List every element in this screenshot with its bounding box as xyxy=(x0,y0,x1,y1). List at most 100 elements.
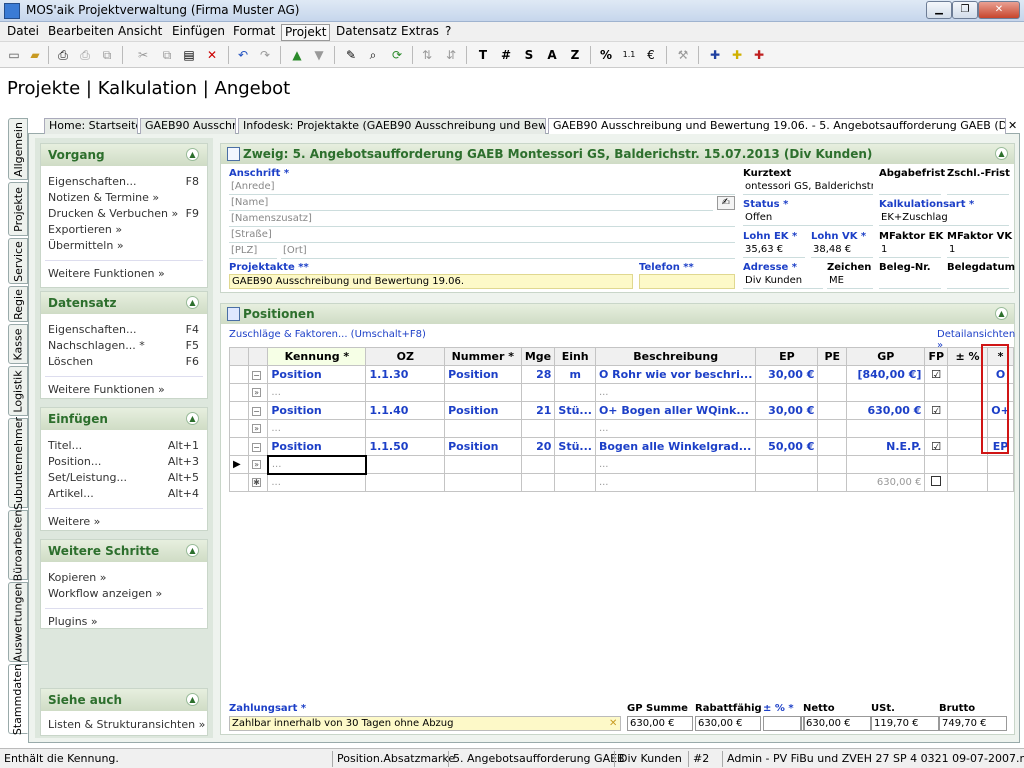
clear-icon[interactable]: ✕ xyxy=(609,718,617,729)
menu-datensatz[interactable]: Datensatz xyxy=(333,24,400,39)
delete-icon[interactable]: ✕ xyxy=(203,46,221,64)
open-icon[interactable]: ▰ xyxy=(26,46,44,64)
active-cell[interactable]: ... xyxy=(266,454,367,475)
edit-icon[interactable]: ✎ xyxy=(342,46,360,64)
table-row[interactable]: − Position 1.1.40 Position 21 Stü... O+ … xyxy=(228,401,1014,420)
vtab-logistik[interactable]: Logistik xyxy=(8,366,28,416)
zschl-frist-field[interactable] xyxy=(947,180,1009,195)
print-icon[interactable]: ⎙ xyxy=(54,46,72,64)
menu-format[interactable]: Format xyxy=(230,24,278,39)
fp-checkbox-empty[interactable] xyxy=(931,476,942,486)
vtab-service[interactable]: Service xyxy=(8,238,28,284)
zahlungsart-field[interactable]: Zahlbar innerhalb von 30 Tagen ohne Abzu… xyxy=(229,716,621,731)
anrede-field[interactable]: [Anrede] xyxy=(229,180,735,195)
adresse-field[interactable]: Div Kunden xyxy=(743,274,823,289)
a-tool-button[interactable]: A xyxy=(543,46,561,64)
lohn-ek-field[interactable]: 35,63 € xyxy=(743,243,805,258)
undo-icon[interactable]: ↶ xyxy=(234,46,252,64)
menu-help[interactable]: ? xyxy=(442,24,454,39)
sort-az-icon[interactable]: ⇅ xyxy=(418,46,436,64)
vtab-regie[interactable]: Regie xyxy=(8,286,28,322)
sidebar-item-notizen[interactable]: Notizen & Termine » xyxy=(41,190,207,206)
sidebar-item-ds-eigenschaften[interactable]: Eigenschaften... F4 xyxy=(41,322,207,338)
puzzle-blue-icon[interactable]: ✚ xyxy=(706,46,724,64)
tab-angebot[interactable]: GAEB90 Ausschreibung und Bewertung 19.06… xyxy=(548,118,1006,134)
collapse-icon[interactable]: ▲ xyxy=(186,412,199,425)
cut-icon[interactable]: ✂ xyxy=(134,46,152,64)
hash-tool-button[interactable]: # xyxy=(497,46,515,64)
sidebar-item-plugins[interactable]: Plugins » xyxy=(41,614,207,630)
table-subrow[interactable]: » ... ... xyxy=(228,383,1014,402)
sidebar-item-kopieren[interactable]: Kopieren » xyxy=(41,570,207,586)
s-tool-button[interactable]: S xyxy=(520,46,538,64)
zuschlaege-link[interactable]: Zuschläge & Faktoren... (Umschalt+F8) xyxy=(229,329,426,340)
col-beschreibung[interactable]: Beschreibung xyxy=(594,347,757,366)
sidebar-item-uebermitteln[interactable]: Übermitteln » xyxy=(41,238,207,254)
minimize-button[interactable]: ▁ xyxy=(926,1,952,19)
col-nummer[interactable]: Nummer * xyxy=(444,347,522,366)
abgabefrist-field[interactable] xyxy=(879,180,941,195)
namenszusatz-field[interactable]: [Namenszusatz] xyxy=(229,212,735,227)
title-tool-button[interactable]: T xyxy=(474,46,492,64)
status-field[interactable]: Offen xyxy=(743,211,873,226)
collapse-row-icon[interactable]: − xyxy=(252,371,262,380)
col-mge[interactable]: Mge xyxy=(520,347,556,366)
collapse-row-icon[interactable]: − xyxy=(252,443,262,452)
sidebar-item-eigenschaften[interactable]: Eigenschaften... F8 xyxy=(41,174,207,190)
col-pe[interactable]: PE xyxy=(817,347,848,366)
sidebar-item-listen[interactable]: Listen & Strukturansichten » xyxy=(41,717,207,733)
menu-projekt[interactable]: Projekt xyxy=(281,24,331,41)
tab-gaeb90[interactable]: GAEB90 Ausschrei xyxy=(140,118,236,134)
close-button[interactable]: ✕ xyxy=(978,1,1020,19)
sidebar-item-weitere-funktionen[interactable]: Weitere Funktionen » xyxy=(41,266,207,282)
sidebar-item-artikel[interactable]: Artikel... Alt+4 xyxy=(41,486,207,502)
sidebar-item-set-leistung[interactable]: Set/Leistung... Alt+5 xyxy=(41,470,207,486)
zeichen-field[interactable]: ME xyxy=(827,274,873,289)
copy-icon[interactable]: ⧉ xyxy=(158,46,176,64)
vtab-stammdaten[interactable]: Stammdaten xyxy=(8,663,28,735)
paste-icon[interactable]: ▤ xyxy=(180,46,198,64)
mfaktor-ek-field[interactable]: 1 xyxy=(879,243,941,258)
sidebar-item-loeschen[interactable]: Löschen F6 xyxy=(41,354,207,370)
table-new-row[interactable]: ✱ ... ... 630,00 € xyxy=(228,473,1014,492)
vtab-bueroarbeiten[interactable]: Büroarbeiten xyxy=(8,509,28,581)
sidebar-item-drucken[interactable]: Drucken & Verbuchen » F9 xyxy=(41,206,207,222)
find-icon[interactable]: ⌕ xyxy=(364,46,382,64)
maximize-button[interactable]: ❐ xyxy=(952,1,978,19)
belegdatum-field[interactable] xyxy=(947,274,1009,289)
percent-tool-button[interactable]: % xyxy=(597,46,615,64)
menu-bearbeiten[interactable]: Bearbeiten xyxy=(45,24,117,39)
col-kennung[interactable]: Kennung * xyxy=(267,347,367,366)
name-field[interactable]: [Name] xyxy=(229,196,713,211)
rabatt-pct-field[interactable] xyxy=(763,716,801,731)
menu-einfuegen[interactable]: Einfügen xyxy=(169,24,228,39)
col-einh[interactable]: Einh xyxy=(554,347,596,366)
collapse-icon[interactable]: ▲ xyxy=(186,693,199,706)
vtab-auswertungen[interactable]: Auswertungen xyxy=(8,582,28,662)
copy-doc-icon[interactable]: ⧉ xyxy=(98,46,116,64)
sidebar-item-position[interactable]: Position... Alt+3 xyxy=(41,454,207,470)
collapse-icon[interactable]: ▲ xyxy=(995,307,1008,320)
sidebar-item-workflow[interactable]: Workflow anzeigen » xyxy=(41,586,207,602)
fp-checkbox[interactable]: ☑ xyxy=(924,401,949,420)
kalkulationsart-field[interactable]: EK+Zuschlag xyxy=(879,211,1009,226)
plz-field[interactable]: [PLZ] xyxy=(229,244,277,259)
col-ep[interactable]: EP xyxy=(755,347,819,366)
col-gp[interactable]: GP xyxy=(846,347,926,366)
projektakte-field[interactable]: GAEB90 Ausschreibung und Bewertung 19.06… xyxy=(229,274,633,289)
ort-field[interactable]: [Ort] xyxy=(281,244,735,259)
puzzle-yellow-icon[interactable]: ✚ xyxy=(728,46,746,64)
collapse-icon[interactable]: ▲ xyxy=(995,147,1008,160)
close-tab-icon[interactable]: ✕ xyxy=(1008,119,1017,132)
signature-icon[interactable]: ✍ xyxy=(717,196,735,210)
tab-infodesk[interactable]: Infodesk: Projektakte (GAEB90 Ausschreib… xyxy=(238,118,546,134)
currency-icon[interactable]: € xyxy=(642,46,660,64)
sort-za-icon[interactable]: ⇵ xyxy=(442,46,460,64)
menu-extras[interactable]: Extras xyxy=(398,24,442,39)
move-up-icon[interactable]: ▲ xyxy=(288,46,306,64)
sidebar-item-exportieren[interactable]: Exportieren » xyxy=(41,222,207,238)
lohn-vk-field[interactable]: 38,48 € xyxy=(811,243,873,258)
sidebar-item-nachschlagen[interactable]: Nachschlagen... * F5 xyxy=(41,338,207,354)
kurztext-field[interactable]: ontessori GS, Balderichstr. xyxy=(743,180,873,195)
tool-icon[interactable]: ⚒ xyxy=(674,46,692,64)
